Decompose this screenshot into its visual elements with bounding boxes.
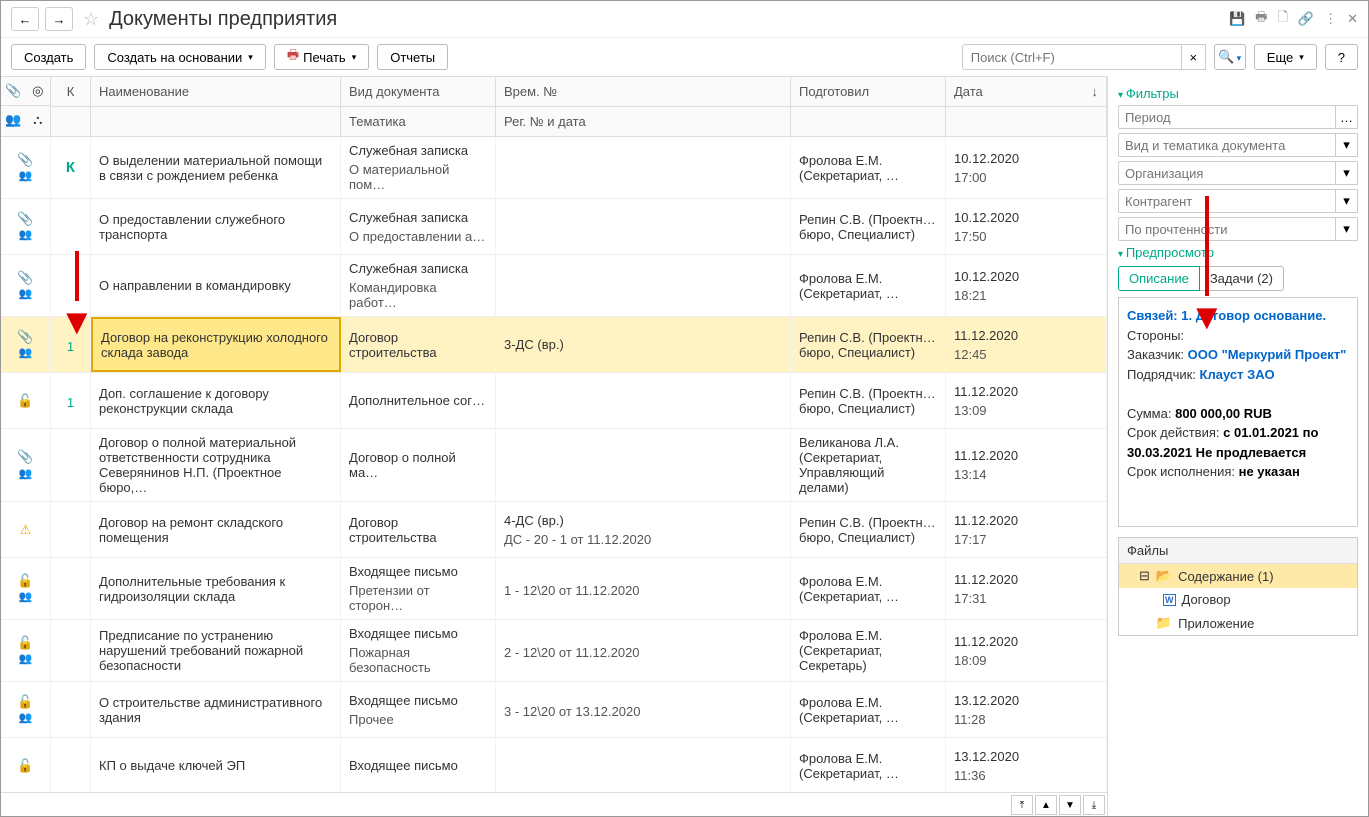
table-row[interactable]: 🔓КП о выдаче ключей ЭПВходящее письмоФро…	[1, 738, 1107, 792]
grp-icon: 👥	[18, 590, 34, 604]
save-icon[interactable]: 💾	[1229, 11, 1245, 27]
table-row[interactable]: 📎👥1Договор на реконструкцию холодного ск…	[1, 317, 1107, 373]
group-icon: 👥	[1, 106, 26, 134]
grp-icon: 👥	[18, 287, 34, 301]
page-title: Документы предприятия	[109, 8, 337, 31]
grid-nav: ⤒ ▲ ▼ ⤓	[1, 792, 1107, 817]
create-button[interactable]: Создать	[11, 44, 86, 70]
filters-section[interactable]: Фильтры	[1118, 86, 1358, 101]
tab-tasks[interactable]: Задачи (2)	[1200, 266, 1284, 291]
print-icon[interactable]: 🖶	[1255, 8, 1267, 30]
create-based-button[interactable]: Создать на основании▾	[94, 44, 265, 70]
nav-forward-button[interactable]: →	[45, 7, 73, 31]
reports-button[interactable]: Отчеты	[377, 44, 448, 70]
tree-folder-content[interactable]: ⊟📂Содержание (1)	[1119, 564, 1357, 588]
hierarchy-icon: ⛬	[26, 106, 51, 134]
table-row[interactable]: 📎👥О предоставлении служебного транспорта…	[1, 199, 1107, 255]
grid-header: 📎◎ 👥⛬ К Наименование Вид документаТемати…	[1, 76, 1107, 137]
table-row[interactable]: 🔓👥Дополнительные требования к гидроизоля…	[1, 558, 1107, 620]
table-row[interactable]: 📎👥О направлении в командировкуСлужебная …	[1, 255, 1107, 317]
tree-folder-attachment[interactable]: ⊟📁Приложение	[1119, 611, 1357, 635]
lock-icon: 🔓	[18, 695, 34, 709]
preview-section[interactable]: Предпросмотр	[1118, 245, 1358, 260]
lock-icon: 🔓	[18, 759, 34, 773]
filter-contragent[interactable]	[1118, 189, 1336, 213]
clip-icon: 📎	[18, 153, 34, 167]
table-row[interactable]: ⚠Договор на ремонт складского помещенияД…	[1, 502, 1107, 558]
grp-icon: 👥	[18, 652, 34, 666]
up-button[interactable]: ▲	[1035, 795, 1057, 815]
table-row[interactable]: 🔓👥О строительстве административного здан…	[1, 682, 1107, 738]
table-row[interactable]: 📎👥Договор о полной материальной ответств…	[1, 429, 1107, 502]
grp-icon: 👥	[18, 228, 34, 242]
lock-icon: 🔓	[18, 574, 34, 588]
clip-icon: 📎	[18, 330, 34, 344]
close-icon[interactable]: ✕	[1347, 11, 1358, 27]
search-clear-button[interactable]: ×	[1182, 44, 1206, 70]
lock-icon: 🔓	[18, 636, 34, 650]
clip-icon: 📎	[18, 271, 34, 285]
table-row[interactable]: 🔓👥Предписание по устранению нарушений тр…	[1, 620, 1107, 682]
nav-back-button[interactable]: ←	[11, 7, 39, 31]
search-input[interactable]	[962, 44, 1182, 70]
link-icon[interactable]: 🔗	[1298, 11, 1314, 27]
preview-content: Связей: 1. Договор основание. Стороны: З…	[1118, 297, 1358, 527]
down-button[interactable]: ▼	[1059, 795, 1081, 815]
filter-period[interactable]	[1118, 105, 1336, 129]
warn-icon: ⚠	[18, 523, 34, 537]
grp-icon: 👥	[18, 346, 34, 360]
menu-icon[interactable]: ⋮	[1324, 11, 1337, 27]
compare-icon[interactable]: 🗋	[1277, 8, 1287, 30]
status-icon: ◎	[26, 77, 51, 105]
preview-links[interactable]: Связей: 1. Договор основание.	[1127, 308, 1326, 323]
help-button[interactable]: ?	[1325, 44, 1358, 70]
table-row[interactable]: 🔓1Доп. соглашение к договору реконструкц…	[1, 373, 1107, 429]
grp-icon: 👥	[18, 711, 34, 725]
lock-icon: 🔓	[18, 394, 34, 408]
filter-read[interactable]	[1118, 217, 1336, 241]
tab-description[interactable]: Описание	[1118, 266, 1200, 291]
print-button[interactable]: 🖶Печать▾	[274, 44, 369, 70]
last-button[interactable]: ⤓	[1083, 795, 1105, 815]
grp-icon: 👥	[18, 169, 34, 183]
files-header: Файлы	[1119, 538, 1357, 564]
tree-file-contract[interactable]: WДоговор	[1119, 588, 1357, 611]
filter-org[interactable]	[1118, 161, 1336, 185]
filter-kind[interactable]	[1118, 133, 1336, 157]
grp-icon: 👥	[18, 466, 34, 480]
clip-icon: 📎	[18, 212, 34, 226]
attach-icon: 📎	[1, 77, 26, 105]
more-button[interactable]: Еще▾	[1254, 44, 1317, 70]
first-button[interactable]: ⤒	[1011, 795, 1033, 815]
clip-icon: 📎	[18, 450, 34, 464]
table-row[interactable]: 📎👥КО выделении материальной помощи в свя…	[1, 137, 1107, 199]
star-icon[interactable]: ☆	[83, 9, 99, 30]
search-button[interactable]: 🔍▾	[1214, 44, 1246, 70]
